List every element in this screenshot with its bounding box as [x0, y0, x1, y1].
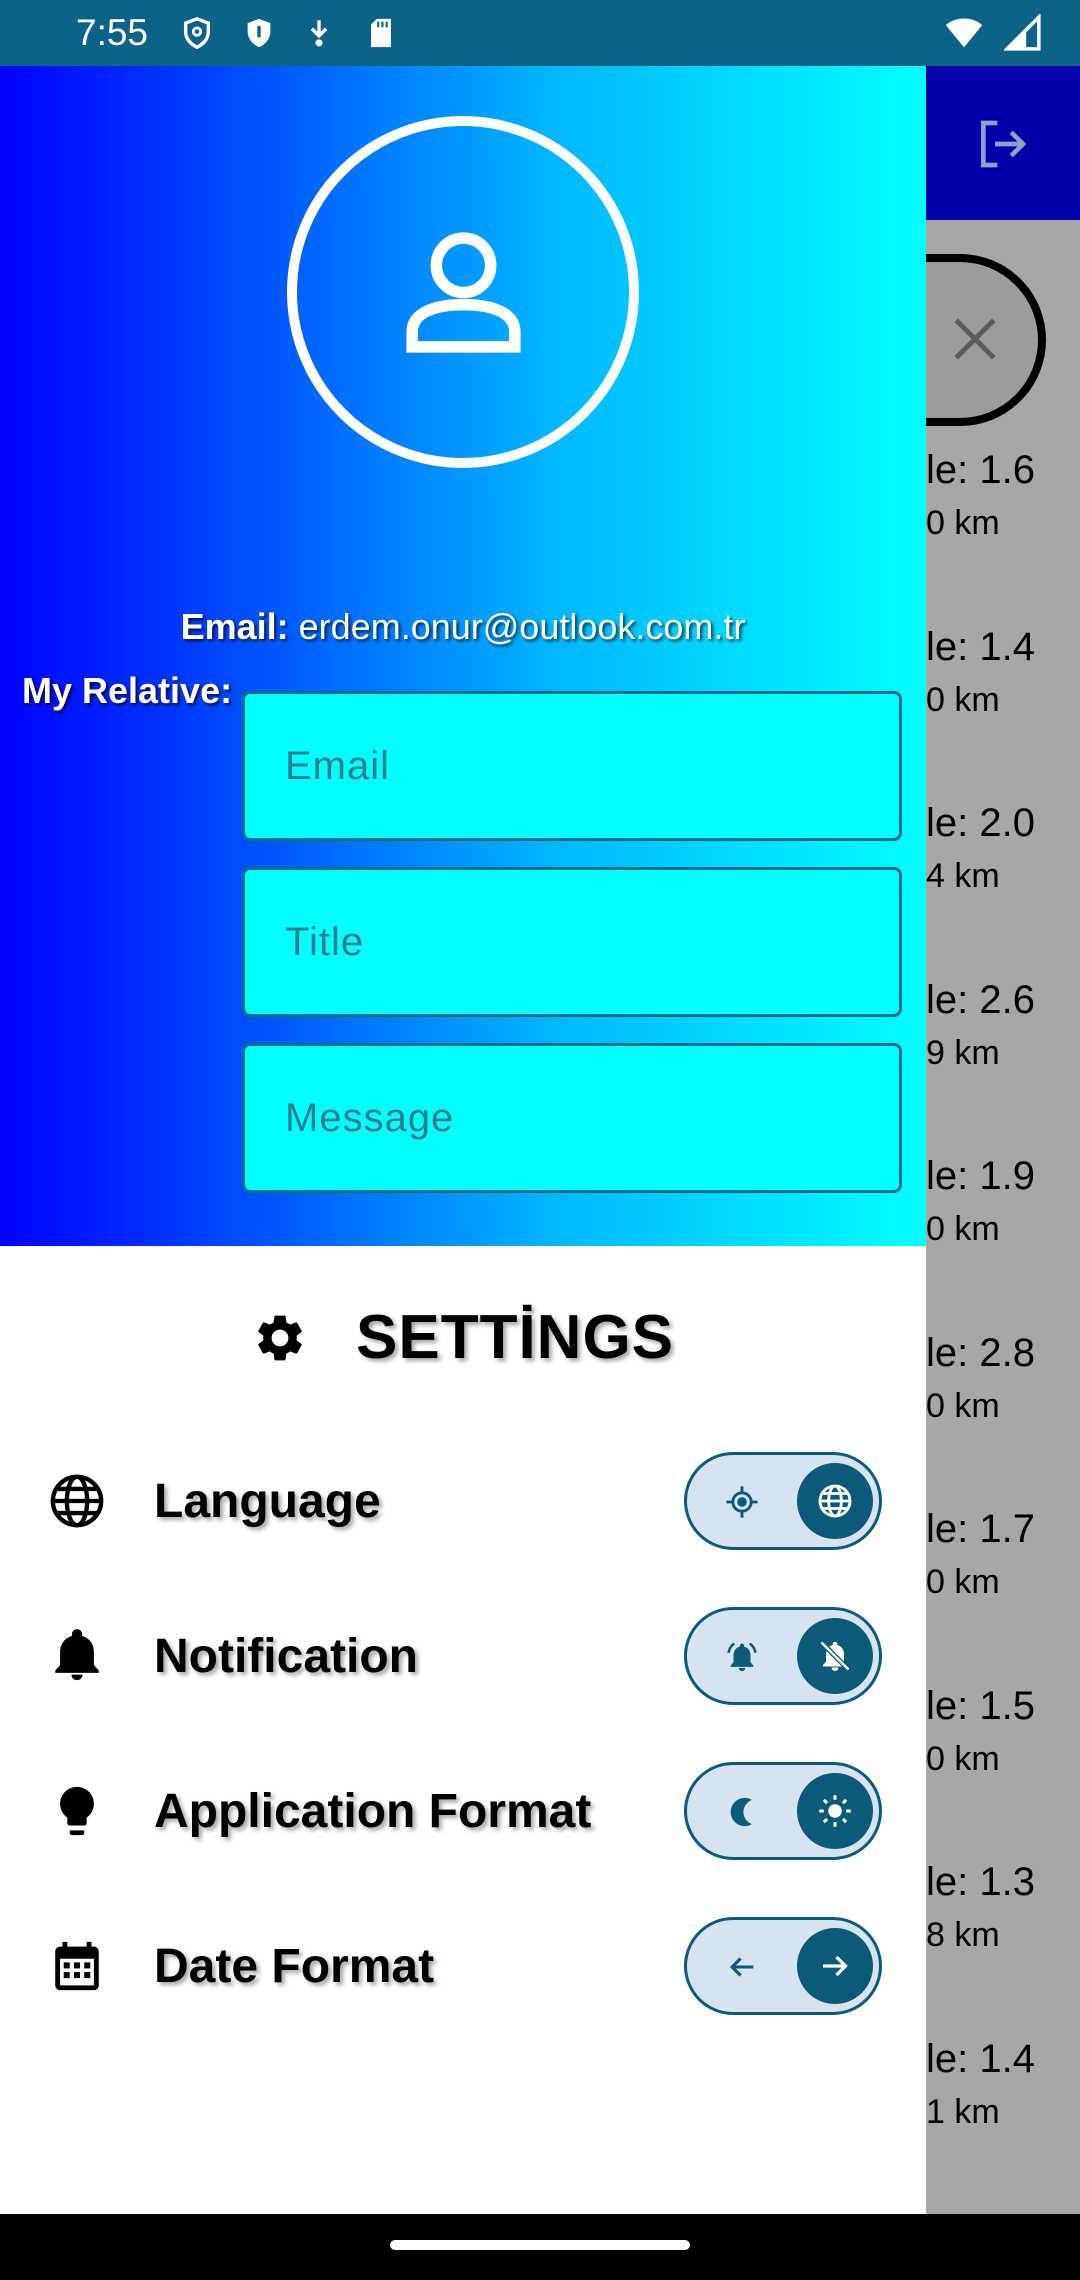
- bell-ring-icon: [727, 1642, 757, 1672]
- background-item-line: le: 1.4: [926, 624, 1035, 669]
- bell-off-icon: [819, 1640, 851, 1672]
- navigation-bar: [0, 2214, 1080, 2280]
- relative-email-field[interactable]: [242, 691, 902, 841]
- status-time: 7:55: [76, 12, 149, 53]
- setting-row-date-format: Date Format: [0, 1915, 926, 2015]
- relative-message-input[interactable]: [245, 1046, 899, 1190]
- notification-toggle-knob[interactable]: [797, 1618, 873, 1694]
- application-format-toggle[interactable]: [684, 1762, 882, 1860]
- background-app: le: 1.6 0 km le: 1.4 0 km le: 2.0 4 km le: 2.6…: [926, 66, 1080, 2214]
- relative-message-field[interactable]: [242, 1043, 902, 1193]
- home-gesture-handle[interactable]: [390, 2240, 690, 2250]
- background-item-distance: 0 km: [926, 1563, 1000, 1601]
- drawer-header: Email: erdem.onur@outlook.com.tr My Rela…: [0, 66, 926, 1246]
- background-item-distance: 8 km: [926, 1916, 1000, 1954]
- background-list-item: le: 1.6 0 km: [926, 444, 1080, 550]
- background-close-button: [926, 254, 1046, 426]
- relative-email-input[interactable]: [245, 694, 899, 838]
- background-item-line: le: 2.6: [926, 977, 1035, 1022]
- close-icon: [954, 318, 996, 360]
- application-format-toggle-knob[interactable]: [797, 1773, 873, 1849]
- logout-icon: [981, 120, 1027, 168]
- setting-row-notification: Notification: [0, 1605, 926, 1705]
- background-list-item: le: 1.7 0 km: [926, 1503, 1080, 1609]
- status-bar: 7:55: [0, 0, 1080, 66]
- download-icon: [310, 20, 328, 47]
- globe-icon: [818, 1484, 852, 1518]
- background-item-distance: 0 km: [926, 1739, 1000, 1778]
- email-label: Email:: [180, 606, 289, 647]
- shield-outline-icon: [183, 17, 211, 50]
- background-list-item: le: 1.5 0 km: [926, 1680, 1080, 1786]
- bell-icon: [55, 1629, 99, 1681]
- background-list-item: le: 1.9 0 km: [926, 1150, 1080, 1256]
- cell-signal-icon: [1004, 14, 1041, 51]
- gear-icon: [258, 1315, 302, 1360]
- language-toggle-knob[interactable]: [797, 1463, 873, 1539]
- background-item-distance: 0 km: [926, 680, 1000, 719]
- wifi-icon: [945, 18, 983, 48]
- sd-card-icon: [371, 18, 391, 48]
- background-list-item: le: 1.3 8 km: [926, 1856, 1080, 1962]
- setting-label-application-format: Application Format: [154, 1785, 592, 1838]
- setting-label-date-format: Date Format: [154, 1940, 435, 1993]
- background-item-line: le: 1.6: [926, 448, 1035, 492]
- gps-icon: [726, 1486, 758, 1518]
- background-item-line: le: 1.7: [926, 1507, 1035, 1551]
- background-list-item: le: 2.8 0 km: [926, 1327, 1080, 1433]
- background-item-distance: 4 km: [926, 857, 1000, 895]
- setting-row-language: Language: [0, 1450, 926, 1550]
- calendar-icon: [55, 1941, 99, 1991]
- background-list-item: le: 1.4 0 km: [926, 621, 1080, 727]
- my-relative-label: My Relative:: [22, 670, 233, 711]
- background-item-distance: 0 km: [926, 504, 1000, 542]
- background-item-line: le: 1.9: [926, 1154, 1035, 1198]
- lightbulb-icon: [60, 1786, 94, 1836]
- arrow-right-icon: [823, 1955, 848, 1977]
- date-format-toggle-knob[interactable]: [797, 1928, 873, 2004]
- background-app-bar: [926, 66, 1080, 220]
- moon-icon: [730, 1797, 752, 1827]
- setting-row-application-format: Application Format: [0, 1760, 926, 1860]
- background-item-line: le: 1.5: [926, 1683, 1035, 1728]
- background-item-distance: 1 km: [926, 2092, 1000, 2131]
- setting-label-notification: Notification: [154, 1630, 418, 1683]
- setting-label-language: Language: [154, 1475, 381, 1528]
- notification-toggle[interactable]: [684, 1607, 882, 1705]
- globe-icon: [50, 1474, 104, 1528]
- background-list-item: le: 2.0 4 km: [926, 797, 1080, 903]
- user-email: Email: erdem.onur@outlook.com.tr: [0, 606, 926, 648]
- relative-title-input[interactable]: [245, 870, 899, 1014]
- email-value: erdem.onur@outlook.com.tr: [298, 606, 746, 647]
- settings-header: SETTİNGS: [252, 1302, 674, 1373]
- shield-icon: [247, 18, 271, 48]
- background-item-line: le: 1.4: [926, 2036, 1035, 2081]
- background-item-line: le: 1.3: [926, 1860, 1035, 1904]
- background-item-distance: 0 km: [926, 1386, 1000, 1425]
- background-item-distance: 9 km: [926, 1033, 1000, 1072]
- background-item-line: le: 2.8: [926, 1330, 1035, 1375]
- person-icon: [406, 232, 521, 353]
- relative-title-field[interactable]: [242, 867, 902, 1017]
- language-toggle[interactable]: [684, 1452, 882, 1550]
- date-format-toggle[interactable]: [684, 1917, 882, 2015]
- background-list-item: le: 1.4 1 km: [926, 2033, 1080, 2139]
- arrow-left-icon: [729, 1957, 754, 1977]
- settings-title: SETTİNGS: [356, 1303, 675, 1372]
- navigation-drawer: Email: erdem.onur@outlook.com.tr My Rela…: [0, 66, 926, 2214]
- background-item-line: le: 2.0: [926, 801, 1035, 845]
- sun-icon: [819, 1795, 851, 1827]
- background-item-distance: 0 km: [926, 1210, 1000, 1248]
- avatar[interactable]: [287, 116, 639, 468]
- background-list-item: le: 2.6 9 km: [926, 974, 1080, 1080]
